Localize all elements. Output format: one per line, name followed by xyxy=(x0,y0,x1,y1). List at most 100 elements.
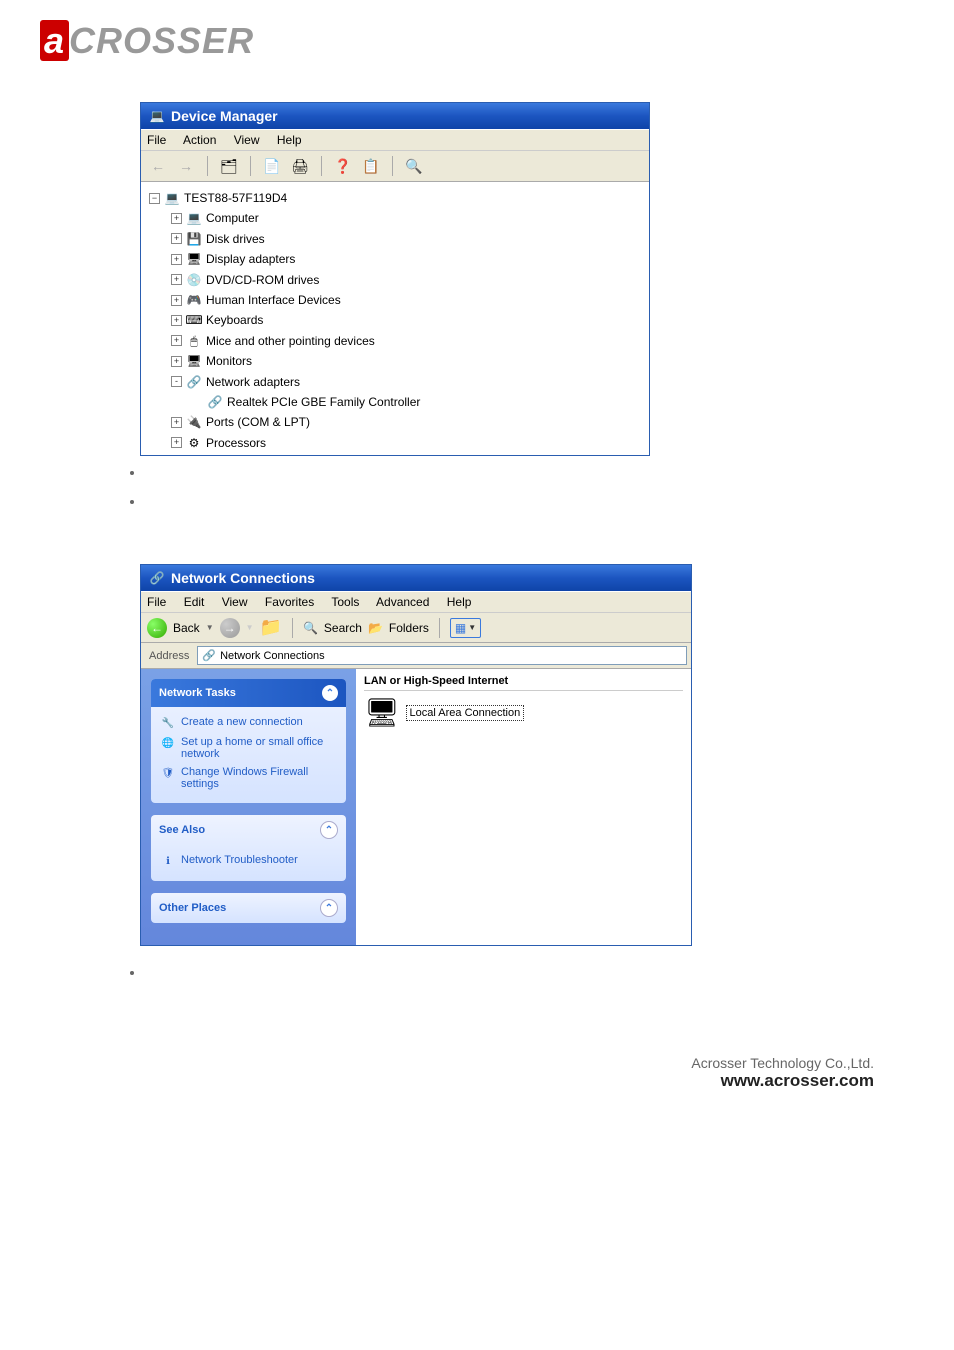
expander-icon[interactable]: + xyxy=(171,335,182,346)
toolbar: ← → 🗂 📄 🖨 ❓ 📋 🔍 xyxy=(141,151,649,182)
print-icon[interactable]: 🖨 xyxy=(289,155,311,177)
tree-root-label[interactable]: TEST88-57F119D4 xyxy=(184,188,287,208)
expander-icon[interactable]: - xyxy=(171,376,182,387)
content-area[interactable]: LAN or High-Speed Internet 🖥 Local Area … xyxy=(356,669,691,945)
menu-help[interactable]: Help xyxy=(447,595,472,609)
help-icon[interactable]: ❓ xyxy=(332,155,354,177)
task-link-label: Network Troubleshooter xyxy=(181,854,298,866)
expander-icon[interactable]: + xyxy=(171,417,182,428)
device-category-icon: ⌨ xyxy=(186,313,202,329)
forward-arrow-icon[interactable]: → xyxy=(175,155,197,177)
expander-icon[interactable]: + xyxy=(171,315,182,326)
device-category-icon: 💻 xyxy=(186,211,202,227)
menu-file[interactable]: File xyxy=(147,133,166,147)
back-icon[interactable]: ← xyxy=(147,618,167,638)
tree-item[interactable]: -🔗Network adapters xyxy=(145,372,645,392)
back-button[interactable]: Back xyxy=(173,621,200,635)
folders-icon[interactable]: 📂 xyxy=(368,621,383,635)
menu-help[interactable]: Help xyxy=(277,133,302,147)
menubar: File Action View Help xyxy=(141,129,649,151)
titlebar[interactable]: 💻 Device Manager xyxy=(141,103,649,129)
footer-url: www.acrosser.com xyxy=(0,1071,874,1091)
properties-icon[interactable]: 📄 xyxy=(261,155,283,177)
network-connections-window: 🔗 Network Connections File Edit View Fav… xyxy=(140,564,692,946)
task-header[interactable]: Network Tasks ⌃ xyxy=(151,679,346,707)
expander-icon[interactable]: + xyxy=(171,437,182,448)
task-box: Other Places ⌃ xyxy=(151,893,346,923)
task-link[interactable]: 🌐 Set up a home or small office network xyxy=(161,733,336,763)
tree-item[interactable]: +🖥Monitors xyxy=(145,351,645,371)
tree-item[interactable]: + ⌨Keyboards xyxy=(145,310,645,330)
expander-icon[interactable]: + xyxy=(171,274,182,285)
up-folder-icon[interactable]: 📁 xyxy=(260,617,282,638)
folders-button[interactable]: Folders xyxy=(389,621,429,635)
tree-item[interactable]: +💾Disk drives xyxy=(145,229,645,249)
chevron-up-icon[interactable]: ⌃ xyxy=(320,821,338,839)
tree-item-label: Network adapters xyxy=(206,372,300,392)
task-link[interactable]: 🔧Create a new connection xyxy=(161,713,336,733)
views-button[interactable]: ▦▼ xyxy=(450,618,481,638)
address-value: Network Connections xyxy=(220,650,325,662)
tree-icon[interactable]: 🗂 xyxy=(218,155,240,177)
task-header-label: Network Tasks xyxy=(159,687,236,699)
menu-edit[interactable]: Edit xyxy=(184,595,205,609)
task-box: See Also ⌃ ℹNetwork Troubleshooter xyxy=(151,815,346,881)
scan-icon[interactable]: 🔍 xyxy=(403,155,425,177)
tree-item[interactable]: +🖥Display adapters xyxy=(145,249,645,269)
task-link[interactable]: ℹNetwork Troubleshooter xyxy=(161,851,336,871)
expander-icon[interactable]: + xyxy=(171,295,182,306)
task-header-label: See Also xyxy=(159,824,205,836)
task-header[interactable]: See Also ⌃ xyxy=(151,815,346,845)
expander-icon[interactable]: + xyxy=(171,233,182,244)
tree-item[interactable]: +💿DVD/CD-ROM drives xyxy=(145,270,645,290)
computer-icon: 💻 xyxy=(164,190,180,206)
menu-file[interactable]: File xyxy=(147,595,166,609)
menu-advanced[interactable]: Advanced xyxy=(376,595,429,609)
tree-item[interactable]: +🎮Human Interface Devices xyxy=(145,290,645,310)
device-tree[interactable]: − 💻 TEST88-57F119D4 +💻Computer+💾Disk dri… xyxy=(141,182,649,455)
window-title: Device Manager xyxy=(171,108,278,124)
search-button[interactable]: Search xyxy=(324,621,362,635)
chevron-up-icon[interactable]: ⌃ xyxy=(320,899,338,917)
menu-tools[interactable]: Tools xyxy=(331,595,359,609)
forward-icon[interactable]: → xyxy=(220,618,240,638)
chevron-up-icon[interactable]: ⌃ xyxy=(322,685,338,701)
device-category-icon: 💾 xyxy=(186,231,202,247)
footer-company: Acrosser Technology Co.,Ltd. xyxy=(0,1055,874,1071)
expander-icon[interactable]: − xyxy=(149,193,160,204)
tree-item[interactable]: +🖱Mice and other pointing devices xyxy=(145,331,645,351)
menu-view[interactable]: View xyxy=(222,595,248,609)
device-category-icon: 🖥 xyxy=(186,251,202,267)
connection-item[interactable]: 🖥 Local Area Connection xyxy=(364,699,683,727)
task-panel: Network Tasks ⌃ 🔧Create a new connection 🌐 S… xyxy=(141,669,356,945)
menu-favorites[interactable]: Favorites xyxy=(265,595,314,609)
expander-icon[interactable]: + xyxy=(171,254,182,265)
computer-icon: 💻 xyxy=(149,108,165,124)
network-icon: 🔗 xyxy=(202,649,216,662)
task-link-icon: 🌐 xyxy=(161,736,175,750)
task-link-label: Set up a home or small office network xyxy=(181,736,336,760)
tree-item-label: Processors xyxy=(206,433,266,453)
tree-item[interactable]: +💻Computer xyxy=(145,208,645,228)
titlebar[interactable]: 🔗 Network Connections xyxy=(141,565,691,591)
address-input[interactable]: 🔗 Network Connections xyxy=(197,646,687,665)
list-bullet xyxy=(130,471,134,475)
address-bar: Address 🔗 Network Connections xyxy=(141,643,691,669)
task-header[interactable]: Other Places ⌃ xyxy=(151,893,346,923)
tree-item-label: Keyboards xyxy=(206,310,263,330)
menu-action[interactable]: Action xyxy=(183,133,216,147)
tree-item[interactable]: +🔌Ports (COM & LPT) xyxy=(145,412,645,432)
search-icon[interactable]: 🔍 xyxy=(303,621,318,635)
tree-child-item[interactable]: 🔗Realtek PCIe GBE Family Controller xyxy=(145,392,645,412)
menu-view[interactable]: View xyxy=(234,133,260,147)
connection-label[interactable]: Local Area Connection xyxy=(406,705,525,721)
expander-icon[interactable]: + xyxy=(171,213,182,224)
list-bullet xyxy=(130,971,134,975)
task-header-label: Other Places xyxy=(159,902,226,914)
task-link[interactable]: 🛡Change Windows Firewall settings xyxy=(161,763,336,793)
tree-item[interactable]: +⚙Processors xyxy=(145,433,645,453)
tree-item-label: Mice and other pointing devices xyxy=(206,331,375,351)
list-icon[interactable]: 📋 xyxy=(360,155,382,177)
expander-icon[interactable]: + xyxy=(171,356,182,367)
back-arrow-icon[interactable]: ← xyxy=(147,155,169,177)
